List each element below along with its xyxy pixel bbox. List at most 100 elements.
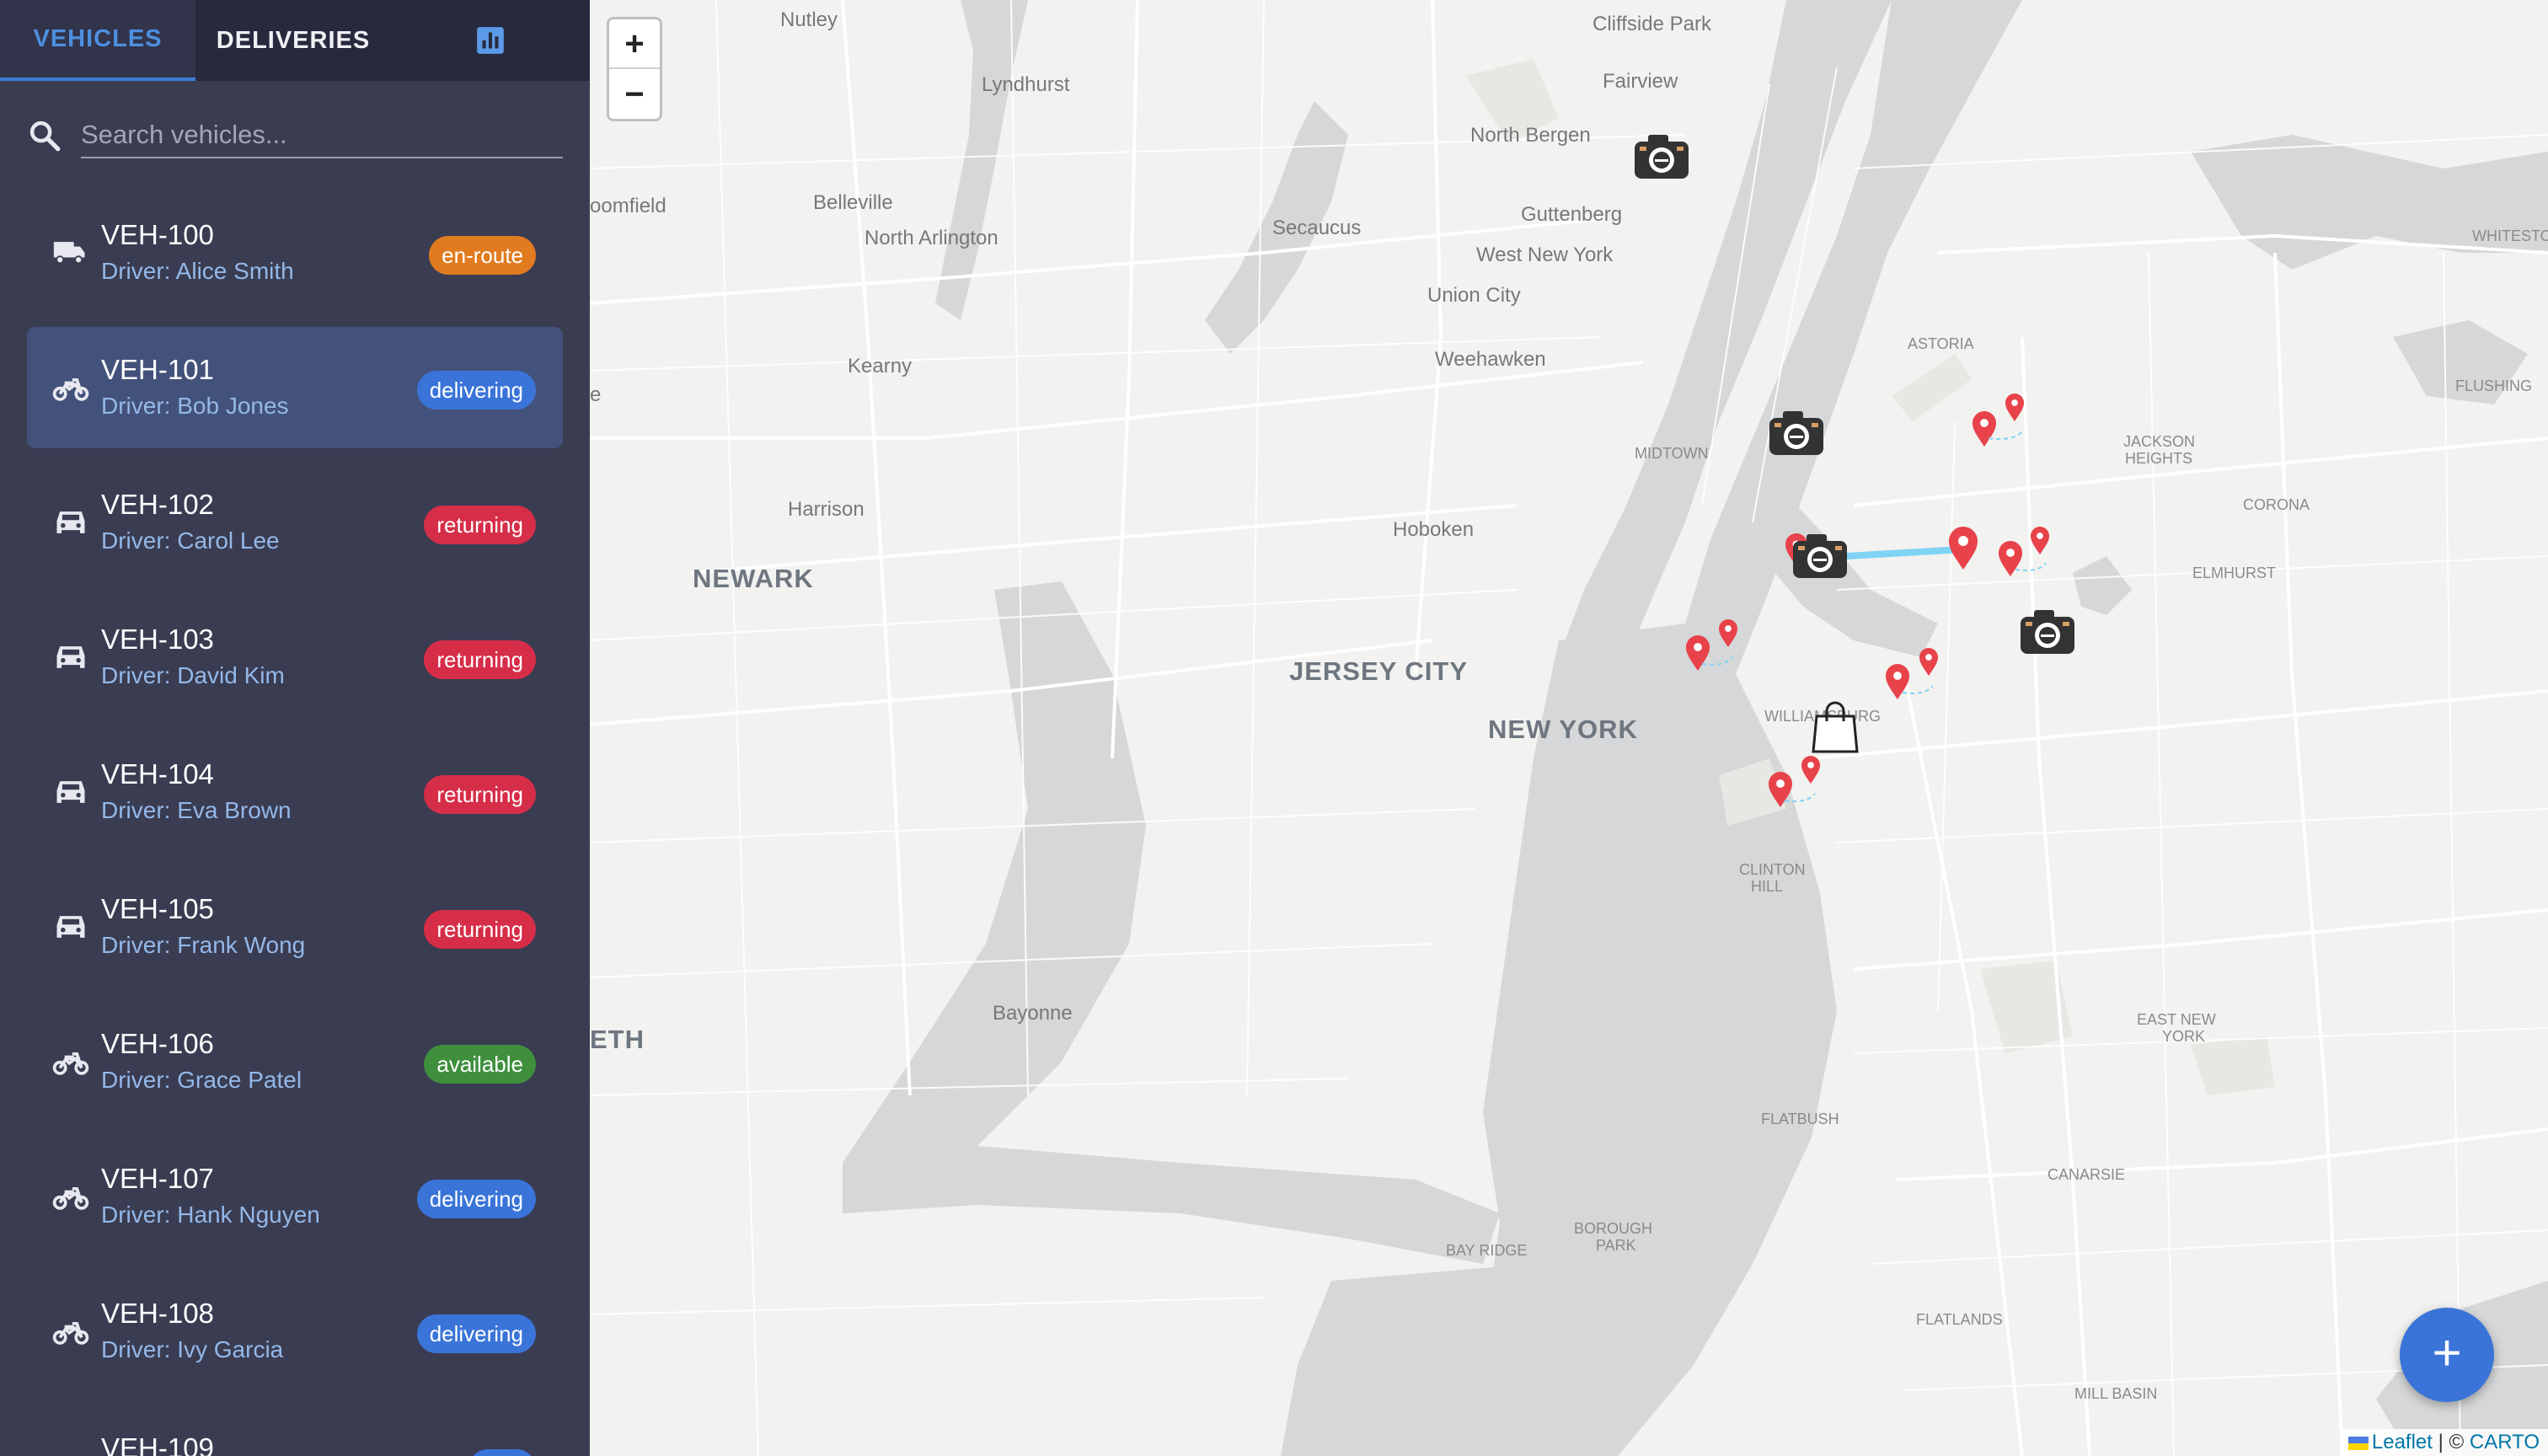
vehicle-item[interactable]: VEH-107 Driver: Hank Nguyen delivering <box>27 1136 563 1257</box>
vehicle-driver: Driver: Eva Brown <box>101 797 292 823</box>
pin-icon[interactable] <box>1886 664 1909 699</box>
map-label-midtown: MIDTOWN <box>1635 445 1709 462</box>
map-label-hoboken: Hoboken <box>1393 518 1474 541</box>
pin-icon[interactable] <box>1973 411 1996 447</box>
status-badge: returning <box>424 640 536 679</box>
vehicle-id: VEH-101 <box>101 354 214 385</box>
pin-icon[interactable] <box>2005 393 2024 421</box>
map-label-north-bergen: North Bergen <box>1470 124 1591 147</box>
motorcycle-icon <box>52 1448 89 1456</box>
status-badge: delivering <box>416 1314 536 1353</box>
map-label-borough-park-2: PARK <box>1596 1237 1636 1254</box>
status-badge: en-route <box>429 236 536 275</box>
search-input[interactable] <box>81 113 563 158</box>
map-label-bayonne: Bayonne <box>993 1002 1073 1025</box>
tab-vehicles[interactable]: VEHICLES <box>0 0 195 81</box>
vehicle-driver: Driver: Carol Lee <box>101 527 280 554</box>
vehicle-item[interactable]: VEH-105 Driver: Frank Wong returning <box>27 866 563 988</box>
add-button[interactable]: + <box>2400 1308 2494 1402</box>
map-label-bloomfield: oomfield <box>590 195 666 217</box>
vehicle-item[interactable]: VEH-106 Driver: Grace Patel available <box>27 1001 563 1122</box>
pin-icon[interactable] <box>2031 527 2049 554</box>
vehicle-id: VEH-103 <box>101 624 214 655</box>
vehicle-id: VEH-106 <box>101 1028 214 1059</box>
map[interactable]: Nutley Cliffside Park Fairview Lyndhurst… <box>590 0 2548 1456</box>
vehicle-driver: Driver: Bob Jones <box>101 393 289 419</box>
attribution-separator: | © <box>2432 1431 2470 1453</box>
vehicle-id: VEH-104 <box>101 758 214 790</box>
pin-icon[interactable] <box>1999 541 2022 576</box>
car-icon <box>56 646 85 668</box>
map-label-elmhurst: ELMHURST <box>2192 565 2276 581</box>
status-badge: returning <box>424 910 536 949</box>
status-badge: delivering <box>416 371 536 410</box>
carto-link[interactable]: CARTO <box>2470 1431 2540 1453</box>
map-label-flushing: FLUSHING <box>2455 377 2532 394</box>
map-label-newark: NEWARK <box>693 564 814 593</box>
search-bar <box>0 81 590 190</box>
vehicle-id: VEH-100 <box>101 219 214 250</box>
map-label-nutley: Nutley <box>780 8 838 31</box>
pin-icon[interactable] <box>1949 527 1978 570</box>
vehicle-driver: Driver: Ivy Garcia <box>101 1336 284 1362</box>
status-badge: delivering <box>416 1180 536 1218</box>
status-badge: returning <box>424 506 536 544</box>
status-badge <box>468 1449 536 1456</box>
map-label-bay-ridge: BAY RIDGE <box>1446 1242 1527 1259</box>
map-tiles[interactable]: Nutley Cliffside Park Fairview Lyndhurst… <box>590 0 2548 1456</box>
motorcycle-icon <box>52 1052 89 1075</box>
vehicle-item[interactable]: VEH-100 Driver: Alice Smith en-route <box>27 192 563 313</box>
vehicle-id: VEH-107 <box>101 1163 214 1194</box>
map-label-flatlands: FLATLANDS <box>1916 1311 2003 1328</box>
map-label-clinton-hill-1: CLINTON <box>1739 861 1806 878</box>
map-label-lyndhurst: Lyndhurst <box>982 73 1070 96</box>
vehicle-id: VEH-102 <box>101 489 214 520</box>
camera-icon[interactable] <box>2021 610 2074 654</box>
map-label-flatbush: FLATBUSH <box>1761 1111 1839 1127</box>
tab-stats[interactable] <box>391 0 590 81</box>
map-label-canarsie: CANARSIE <box>2048 1166 2125 1183</box>
bar-chart-icon <box>477 27 504 54</box>
tab-deliveries[interactable]: DELIVERIES <box>195 0 391 81</box>
car-icon <box>56 916 85 938</box>
zoom-out-button[interactable]: − <box>609 70 660 119</box>
status-badge: returning <box>424 775 536 814</box>
map-label-fairview: Fairview <box>1603 70 1678 93</box>
map-label-jersey-city: JERSEY CITY <box>1289 656 1468 686</box>
tab-bar: VEHICLES DELIVERIES <box>0 0 590 81</box>
vehicle-item[interactable]: VEH-108 Driver: Ivy Garcia delivering <box>27 1271 563 1392</box>
zoom-in-button[interactable]: + <box>609 19 660 69</box>
camera-icon[interactable] <box>1635 135 1689 179</box>
map-label-north-arlington: North Arlington <box>864 227 998 249</box>
map-label-cliffside-park: Cliffside Park <box>1592 13 1712 35</box>
vehicle-id: VEH-109 <box>101 1432 214 1456</box>
pin-icon[interactable] <box>1919 648 1938 676</box>
vehicle-driver: Driver: Frank Wong <box>101 932 306 958</box>
map-label-clinton-hill-2: HILL <box>1751 878 1783 895</box>
map-label-eth: ETH <box>590 1025 645 1054</box>
vehicle-item[interactable]: VEH-102 Driver: Carol Lee returning <box>27 462 563 583</box>
map-attribution: Leaflet | © CARTO <box>2339 1429 2548 1456</box>
map-label-corona: CORONA <box>2243 496 2310 513</box>
map-label-kearny: Kearny <box>848 355 912 377</box>
leaflet-link[interactable]: Leaflet <box>2372 1431 2433 1453</box>
pin-icon[interactable] <box>1801 756 1820 784</box>
map-label-jackson-heights-1: JACKSON <box>2123 433 2195 450</box>
map-label-weehawken: Weehawken <box>1435 348 1546 371</box>
map-label-borough-park-1: BOROUGH <box>1574 1220 1652 1237</box>
vehicle-id: VEH-108 <box>101 1298 214 1329</box>
vehicle-item[interactable]: VEH-109 <box>27 1405 563 1456</box>
map-label-west-new-york: West New York <box>1476 244 1614 266</box>
car-icon <box>56 511 85 533</box>
sidebar: VEHICLES DELIVERIES VEH-100 Driver: Alice… <box>0 0 590 1456</box>
vehicle-item[interactable]: VEH-101 Driver: Bob Jones delivering <box>27 327 563 448</box>
motorcycle-icon <box>52 1322 89 1345</box>
zoom-control: + − <box>607 17 662 121</box>
map-label-secaucus: Secaucus <box>1272 217 1361 239</box>
map-label-mill-basin: MILL BASIN <box>2074 1385 2157 1402</box>
car-icon <box>56 781 85 803</box>
vehicle-item[interactable]: VEH-103 Driver: David Kim returning <box>27 597 563 718</box>
map-label-astoria: ASTORIA <box>1908 335 1974 352</box>
vehicle-item[interactable]: VEH-104 Driver: Eva Brown returning <box>27 731 563 853</box>
map-label-whitestone: WHITESTONE <box>2472 228 2548 244</box>
